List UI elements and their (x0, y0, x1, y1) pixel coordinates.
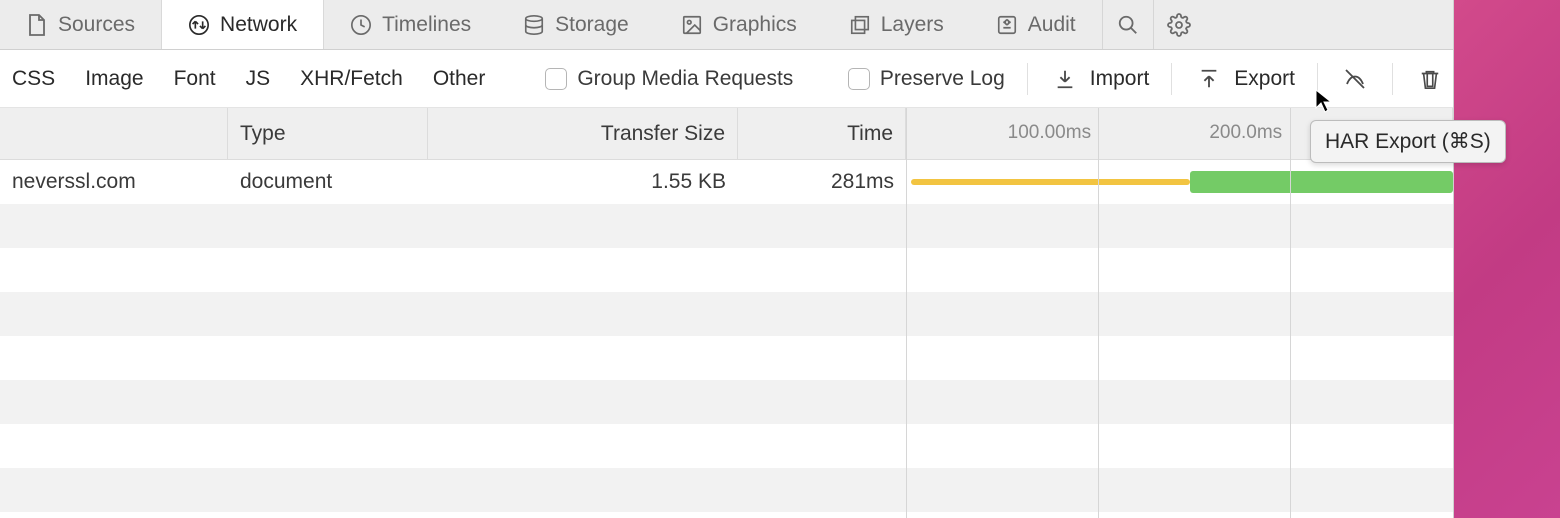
column-type[interactable]: Type (228, 108, 428, 159)
checkbox-icon (545, 68, 567, 90)
tab-audit[interactable]: Audit (970, 0, 1102, 49)
tab-label: Sources (58, 13, 135, 37)
timeline-tick-label: 100.00ms (1008, 122, 1097, 144)
network-icon (188, 14, 210, 36)
tab-label: Storage (555, 13, 629, 37)
tab-storage[interactable]: Storage (497, 0, 655, 49)
tab-label: Timelines (382, 13, 471, 37)
tab-label: Graphics (713, 13, 797, 37)
tab-network[interactable]: Network (161, 0, 324, 49)
search-button[interactable] (1103, 0, 1153, 49)
audit-icon (996, 14, 1018, 36)
clock-icon (350, 14, 372, 36)
table-row (0, 512, 1453, 518)
settings-button[interactable] (1154, 0, 1204, 49)
export-tooltip: HAR Export (⌘S) (1310, 120, 1506, 163)
network-options-bar: CSS Image Font JS XHR/Fetch Other Group … (0, 50, 1453, 108)
table-row (0, 468, 1453, 512)
table-row (0, 204, 1453, 248)
import-button[interactable]: Import (1050, 64, 1150, 94)
export-button[interactable]: Export (1194, 64, 1295, 94)
table-row[interactable]: neverssl.com document 1.55 KB 281ms (0, 160, 1453, 204)
column-name[interactable] (0, 108, 228, 159)
waterfall-download-bar (1190, 171, 1453, 193)
desktop-background (1454, 0, 1560, 518)
database-icon (523, 14, 545, 36)
cell-type: document (228, 170, 428, 194)
filter-font[interactable]: Font (170, 67, 220, 91)
checkbox-label: Group Media Requests (577, 67, 793, 91)
filter-js[interactable]: JS (242, 67, 275, 91)
network-table-body: neverssl.com document 1.55 KB 281ms (0, 160, 1453, 518)
devtools-tabbar: Sources Network Timelines (0, 0, 1453, 50)
layers-icon (849, 14, 871, 36)
timeline-tick-label: 200.0ms (1209, 122, 1288, 144)
column-time[interactable]: Time (738, 108, 906, 159)
checkbox-label: Preserve Log (880, 67, 1005, 91)
filter-other[interactable]: Other (429, 67, 490, 91)
cell-time: 281ms (738, 170, 906, 194)
button-label: Export (1234, 67, 1295, 91)
tab-label: Audit (1028, 13, 1076, 37)
table-row (0, 380, 1453, 424)
button-label: Import (1090, 67, 1150, 91)
checkbox-icon (848, 68, 870, 90)
table-row (0, 292, 1453, 336)
upload-icon (1194, 64, 1224, 94)
table-row (0, 336, 1453, 380)
tab-layers[interactable]: Layers (823, 0, 970, 49)
preserve-log-checkbox[interactable]: Preserve Log (848, 67, 1005, 91)
download-icon (1050, 64, 1080, 94)
table-row (0, 424, 1453, 468)
tab-graphics[interactable]: Graphics (655, 0, 823, 49)
column-transfer-size[interactable]: Transfer Size (428, 108, 738, 159)
cell-name: neverssl.com (0, 170, 228, 194)
cell-size: 1.55 KB (428, 170, 738, 194)
group-media-checkbox[interactable]: Group Media Requests (545, 67, 793, 91)
clear-filters-button[interactable] (1340, 64, 1370, 94)
waterfall-waiting-bar (911, 179, 1190, 185)
filter-xhr[interactable]: XHR/Fetch (296, 67, 407, 91)
filter-css[interactable]: CSS (8, 67, 59, 91)
cell-waterfall (906, 160, 1453, 204)
image-icon (681, 14, 703, 36)
tab-sources[interactable]: Sources (0, 0, 161, 49)
document-icon (26, 14, 48, 36)
table-row (0, 248, 1453, 292)
trash-button[interactable] (1415, 64, 1445, 94)
tab-label: Layers (881, 13, 944, 37)
tab-label: Network (220, 13, 297, 37)
network-table-header: Type Transfer Size Time 100.00ms 200.0ms (0, 108, 1453, 160)
tab-timelines[interactable]: Timelines (324, 0, 497, 49)
filter-image[interactable]: Image (81, 67, 147, 91)
